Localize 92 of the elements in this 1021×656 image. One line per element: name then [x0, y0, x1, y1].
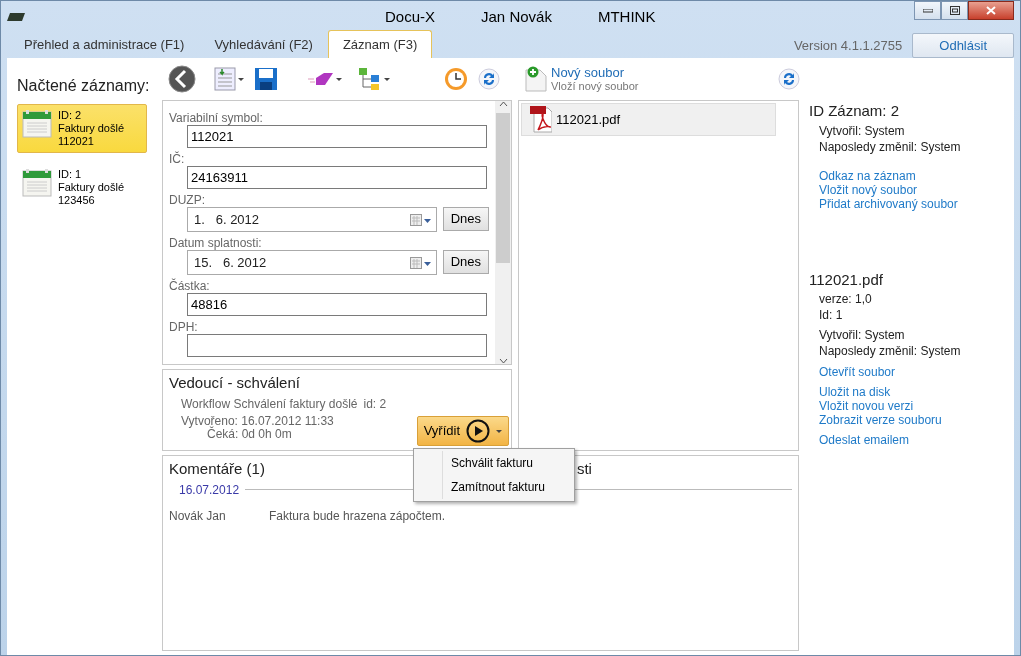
maximize-button[interactable] [941, 1, 968, 20]
record-link[interactable]: Vložit nový soubor [819, 182, 996, 197]
logout-button[interactable]: Odhlásit [912, 32, 1014, 59]
date-field[interactable]: 1. 6. 2012 [187, 207, 437, 232]
input-field[interactable]: 24163911 [187, 166, 487, 189]
menu-item[interactable]: Zamítnout fakturu [442, 475, 572, 499]
date-value: 15. 6. 2012 [194, 253, 268, 272]
calendar-icon [22, 168, 52, 197]
save-icon[interactable] [254, 67, 278, 91]
file-id-text: Id: 1 [819, 307, 844, 323]
record-item[interactable]: ID: 2 Faktury došlé 112021 [17, 104, 147, 153]
waiting-text: Čeká: 0d 0h 0m [207, 427, 292, 441]
file-link[interactable]: Zobrazit verze souboru [819, 413, 996, 427]
menu-item[interactable]: Schválit fakturu [442, 451, 572, 475]
field-label: DUZP: [169, 193, 206, 207]
record-link[interactable]: Přidat archivovaný soubor [819, 196, 996, 211]
caret-icon [496, 429, 502, 433]
record-item[interactable]: ID: 1 Faktury došlé 123456 [17, 163, 147, 212]
record-id: ID: 2 [58, 109, 83, 122]
record-title: ID Záznam: 2 [809, 101, 901, 121]
maximize-icon [949, 6, 960, 15]
workflow-name: Workflow Schválení faktury došlé [181, 395, 358, 413]
record-type: Faktury došlé [58, 181, 125, 194]
scrollbar-thumb[interactable] [496, 113, 510, 263]
resolve-button[interactable]: Vyřídit [416, 416, 509, 446]
modified-by-text: Naposledy změnil: System [819, 138, 962, 155]
input-field[interactable]: 112021 [187, 125, 487, 148]
company-name: MTHINK [597, 6, 656, 27]
created-text: Vytvořeno: 16.07.2012 11:33 [181, 414, 334, 428]
section-title: sti [576, 459, 592, 479]
scroll-down-icon[interactable] [498, 358, 508, 364]
window-title: Docu-X [385, 6, 436, 27]
new-file-icon[interactable] [524, 66, 548, 92]
file-version-text: verze: 1,0 [819, 291, 873, 307]
calendar-icon [22, 109, 52, 138]
field-label: Částka: [169, 279, 211, 293]
field-label: DPH: [169, 320, 199, 334]
file-item[interactable]: 112021.pdf [521, 103, 776, 136]
minimize-icon [922, 8, 933, 13]
comment-text: Faktura bude hrazena zápočtem. [269, 507, 446, 525]
field-label: IČ: [169, 152, 186, 166]
comment-date: 16.07.2012 [179, 481, 240, 499]
today-button[interactable]: Dnes [442, 250, 489, 274]
file-link[interactable]: Otevřít soubor [819, 365, 996, 379]
tab[interactable]: Záznam (F3) [327, 29, 433, 58]
field-label: Datum splatnosti: [169, 236, 263, 250]
comments-title: Komentáře (1) [169, 459, 265, 479]
close-button[interactable] [968, 1, 1014, 20]
clock-icon[interactable] [444, 67, 468, 91]
workflow-id: id: 2 [363, 395, 387, 413]
app-logo-icon [7, 13, 25, 21]
file-link[interactable]: Odeslat emailem [819, 433, 996, 447]
caret-icon[interactable] [384, 77, 390, 81]
play-icon [466, 419, 490, 443]
input-field[interactable]: 48816 [187, 293, 487, 316]
back-icon[interactable] [168, 65, 196, 93]
record-number: 123456 [58, 194, 96, 207]
calendar-dropdown-icon[interactable] [409, 256, 432, 269]
hierarchy-icon[interactable] [358, 67, 382, 91]
sidebar-title: Načtené záznamy: [17, 76, 151, 96]
comment-author: Novák Jan [169, 507, 227, 525]
workflow-title: Vedoucí - schválení [169, 373, 301, 393]
calendar-dropdown-icon[interactable] [409, 213, 432, 226]
scroll-up-icon[interactable] [498, 101, 508, 107]
caret-icon[interactable] [238, 77, 244, 81]
file-link[interactable]: Uložit na disk [819, 385, 996, 399]
date-value: 1. 6. 2012 [194, 210, 261, 229]
record-id: ID: 1 [58, 168, 83, 181]
new-file-hint: Vloží nový soubor [551, 80, 639, 92]
created-by-text: Vytvořil: System [819, 122, 906, 139]
user-name: Jan Novák [481, 6, 552, 27]
refresh-icon[interactable] [778, 68, 801, 90]
file-title: 112021.pdf [809, 269, 884, 290]
refresh-icon[interactable] [478, 68, 500, 90]
date-field[interactable]: 15. 6. 2012 [187, 250, 437, 275]
tab[interactable]: Přehled a administrace (F1) [9, 29, 200, 58]
tab[interactable]: Vyhledávání (F2) [199, 29, 328, 58]
new-file-link[interactable]: Nový soubor [551, 66, 639, 80]
record-type: Faktury došlé [58, 122, 125, 135]
eraser-icon[interactable] [308, 72, 334, 86]
field-label: Variabilní symbol: [169, 111, 264, 125]
today-button[interactable]: Dnes [442, 207, 489, 231]
modified-by-text: Naposledy změnil: System [819, 343, 962, 359]
file-link[interactable]: Vložit novou verzi [819, 399, 996, 413]
version-label: Version 4.1.1.2755 [793, 36, 903, 55]
pdf-icon [530, 106, 552, 133]
record-number: 112021 [58, 135, 95, 148]
record-link[interactable]: Odkaz na záznam [819, 168, 996, 183]
created-by-text: Vytvořil: System [819, 327, 906, 343]
input-field[interactable] [187, 334, 487, 357]
close-icon [986, 6, 996, 15]
caret-icon[interactable] [336, 77, 342, 81]
